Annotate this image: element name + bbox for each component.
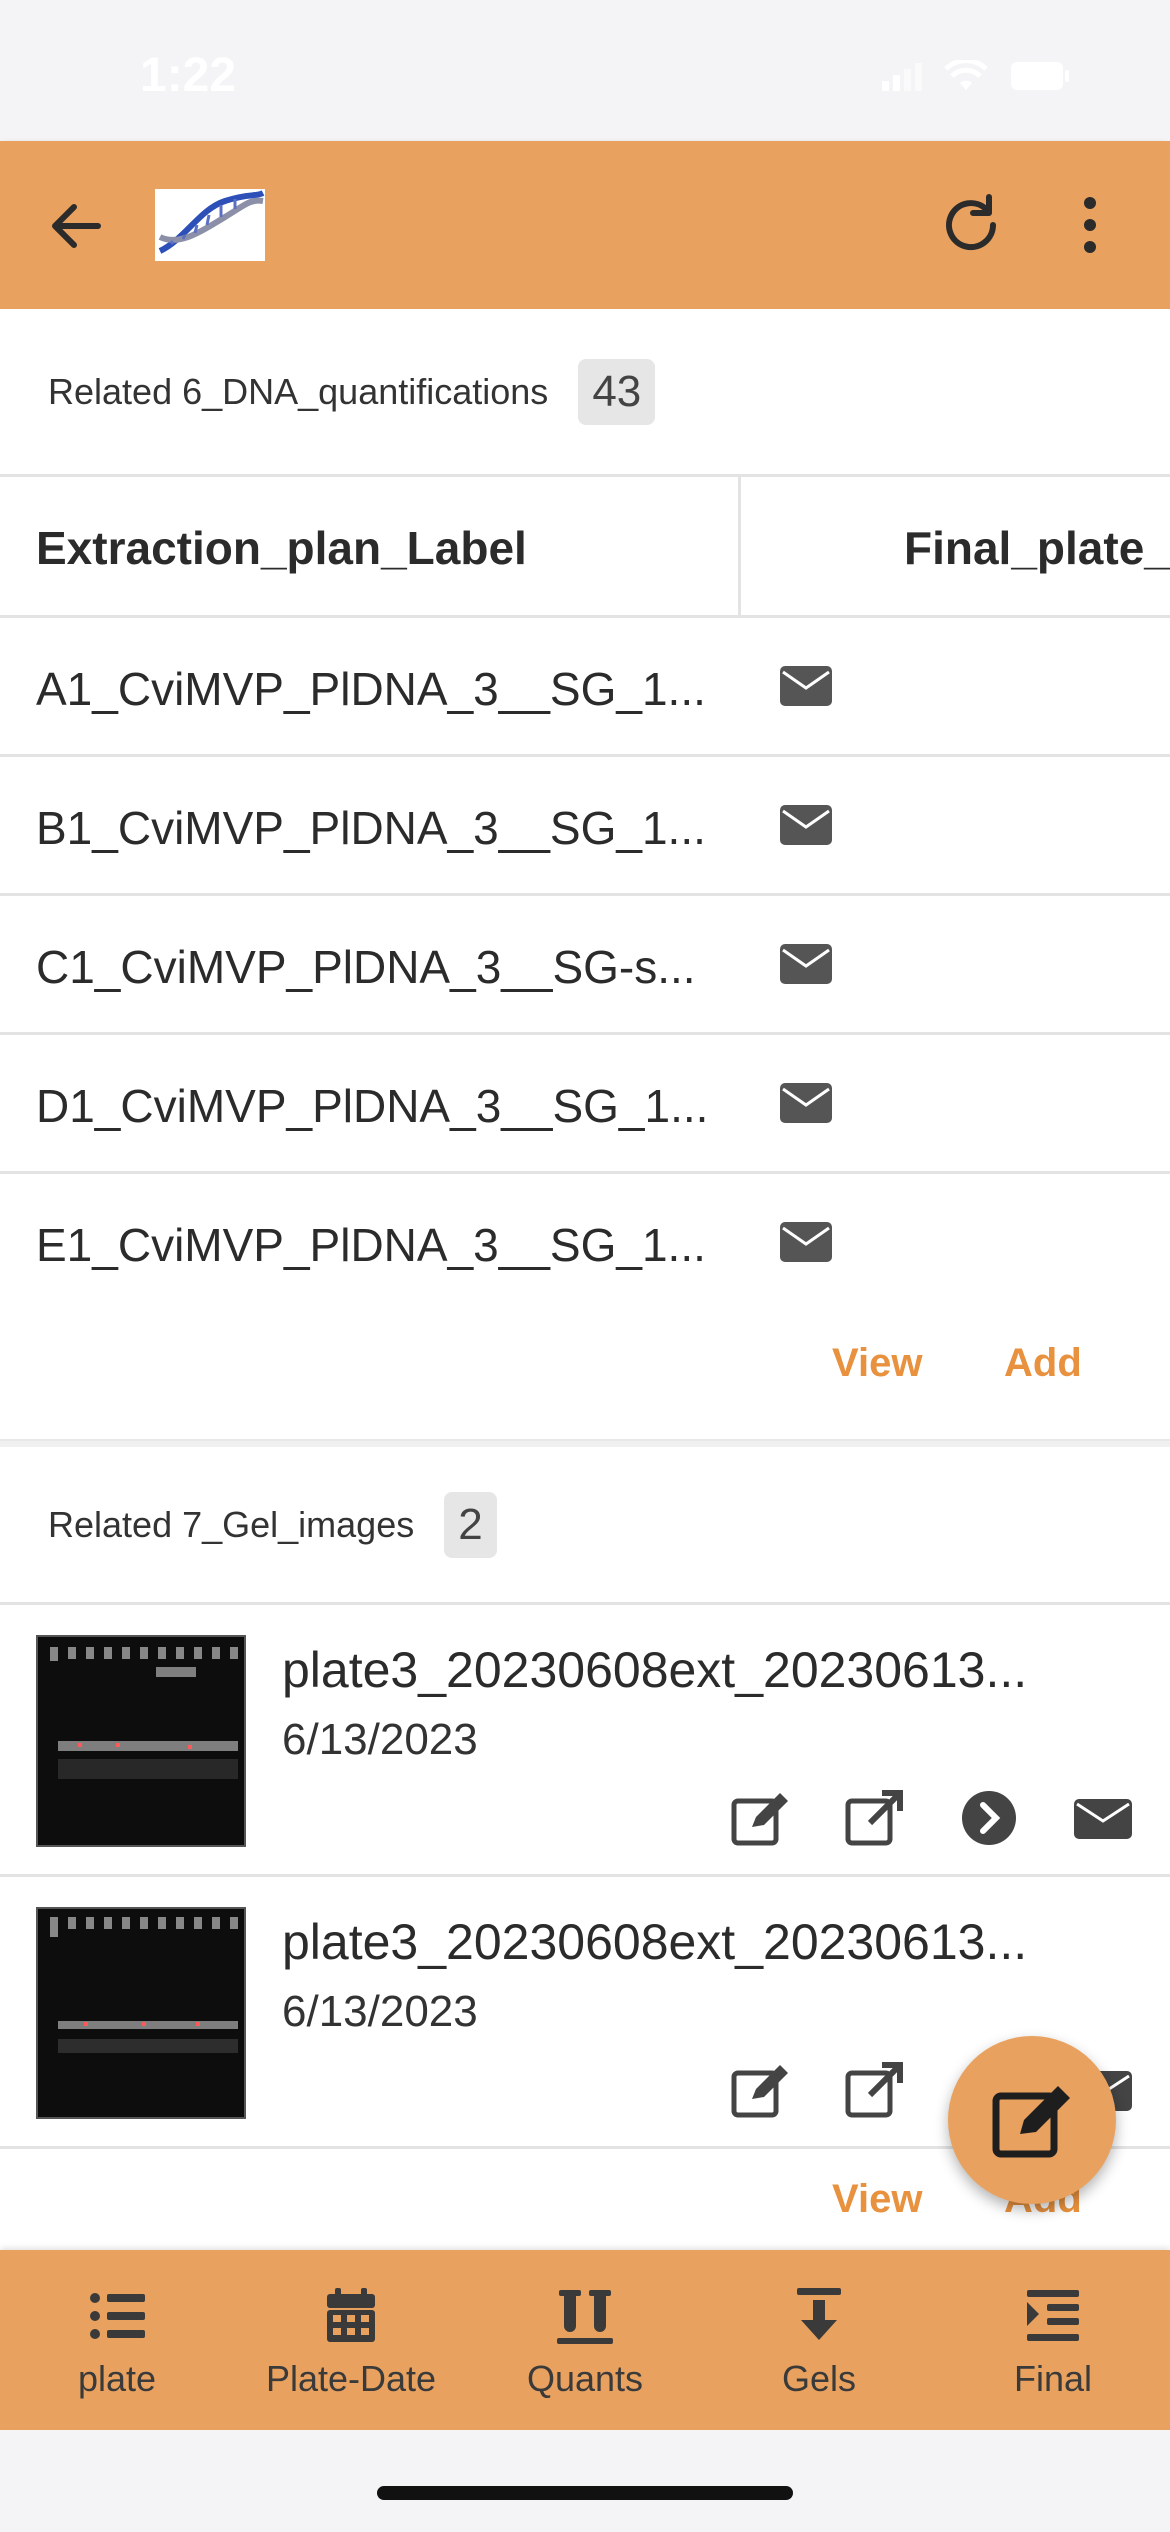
- external-link-icon[interactable]: [844, 1789, 906, 1847]
- count-badge: 2: [444, 1491, 497, 1558]
- status-time: 1:22: [140, 49, 237, 102]
- tab-label: plate: [77, 2358, 157, 2399]
- envelope-icon[interactable]: [780, 1222, 832, 1262]
- section-title: Related 6_DNA_quantifications: [48, 370, 549, 412]
- chevron-right-circle-icon[interactable]: [958, 1789, 1020, 1847]
- signal-icon: [882, 63, 922, 91]
- tab-label: Gels: [781, 2358, 857, 2399]
- envelope-icon[interactable]: [1072, 1789, 1134, 1847]
- section-divider: [0, 1439, 1170, 1447]
- status-bar: 1:22: [0, 0, 1170, 141]
- app-bar: [0, 141, 1170, 309]
- add-button[interactable]: Add: [1004, 1341, 1082, 1386]
- tab-gels[interactable]: Gels: [702, 2250, 936, 2430]
- view-button[interactable]: View: [832, 1341, 922, 1386]
- bottom-tab-bar: plate Plate-Date Quants Gels Final: [0, 2250, 1170, 2430]
- main-content: Related 6_DNA_quantifications 43 Extract…: [0, 309, 1170, 2250]
- calendar-icon: [327, 2288, 375, 2342]
- envelope-icon[interactable]: [780, 944, 832, 984]
- count-badge: 43: [578, 358, 656, 425]
- row-label: A1_CviMVP_PlDNA_3__SG_1...: [36, 663, 706, 715]
- battery-icon: [1011, 62, 1069, 90]
- table-row[interactable]: E1_CviMVP_PlDNA_3__SG_1...: [0, 1174, 1170, 1313]
- status-icons: [882, 60, 1070, 92]
- envelope-icon[interactable]: [780, 805, 832, 845]
- column-header[interactable]: Final_plate_: [904, 521, 1170, 575]
- more-vertical-icon[interactable]: [1060, 189, 1120, 261]
- row-label: D1_CviMVP_PlDNA_3__SG_1...: [36, 1080, 709, 1132]
- gel-thumbnail[interactable]: [36, 1907, 246, 2119]
- gel-title: plate3_20230608ext_20230613...: [282, 1642, 1028, 1698]
- quantifications-actions: View Add: [0, 1313, 1170, 1423]
- section-title: Related 7_Gel_images: [48, 1503, 415, 1545]
- column-header[interactable]: Extraction_plan_Label: [36, 521, 527, 575]
- test-tubes-icon: [557, 2290, 613, 2344]
- tab-plate-date[interactable]: Plate-Date: [234, 2250, 468, 2430]
- back-arrow-icon[interactable]: [40, 191, 110, 261]
- table-row[interactable]: C1_CviMVP_PlDNA_3__SG-s...: [0, 896, 1170, 1035]
- edit-fab[interactable]: [948, 2036, 1116, 2204]
- row-label: B1_CviMVP_PlDNA_3__SG_1...: [36, 802, 706, 854]
- envelope-icon[interactable]: [780, 666, 832, 706]
- table-row[interactable]: D1_CviMVP_PlDNA_3__SG_1...: [0, 1035, 1170, 1174]
- external-link-icon[interactable]: [844, 2061, 906, 2119]
- row-label: E1_CviMVP_PlDNA_3__SG_1...: [36, 1219, 706, 1271]
- column-divider: [738, 477, 741, 618]
- tab-label: Quants: [526, 2358, 644, 2399]
- table-header: Extraction_plan_Label Final_plate_: [0, 477, 1170, 618]
- gel-images-header: Related 7_Gel_images 2: [0, 1447, 1170, 1605]
- wifi-icon: [944, 60, 988, 90]
- edit-icon: [992, 2086, 1070, 2158]
- gel-list-item[interactable]: plate3_20230608ext_20230613... 6/13/2023: [0, 1605, 1170, 1877]
- envelope-icon[interactable]: [780, 1083, 832, 1123]
- edit-icon[interactable]: [730, 1789, 792, 1847]
- tab-label: Final: [1013, 2358, 1093, 2399]
- home-indicator-area: [0, 2430, 1170, 2532]
- table-row[interactable]: A1_CviMVP_PlDNA_3__SG_1...: [0, 618, 1170, 757]
- download-arrow-icon: [797, 2288, 841, 2340]
- gel-actions: [730, 1789, 1134, 1847]
- view-button[interactable]: View: [832, 2177, 922, 2222]
- gel-date: 6/13/2023: [282, 1715, 478, 1764]
- edit-icon[interactable]: [730, 2061, 792, 2119]
- list-icon: [90, 2293, 145, 2339]
- tab-final[interactable]: Final: [936, 2250, 1170, 2430]
- indent-list-icon: [1027, 2290, 1079, 2341]
- tab-plate[interactable]: plate: [0, 2250, 234, 2430]
- refresh-icon[interactable]: [935, 189, 1007, 261]
- home-indicator[interactable]: [377, 2486, 793, 2500]
- tab-quants[interactable]: Quants: [468, 2250, 702, 2430]
- quantifications-header: Related 6_DNA_quantifications 43: [0, 309, 1170, 477]
- row-label: C1_CviMVP_PlDNA_3__SG-s...: [36, 941, 696, 993]
- gel-date: 6/13/2023: [282, 1987, 478, 2036]
- gel-thumbnail[interactable]: [36, 1635, 246, 1847]
- dna-logo: [155, 189, 265, 261]
- tab-label: Plate-Date: [265, 2358, 437, 2399]
- gel-title: plate3_20230608ext_20230613...: [282, 1914, 1028, 1970]
- table-row[interactable]: B1_CviMVP_PlDNA_3__SG_1...: [0, 757, 1170, 896]
